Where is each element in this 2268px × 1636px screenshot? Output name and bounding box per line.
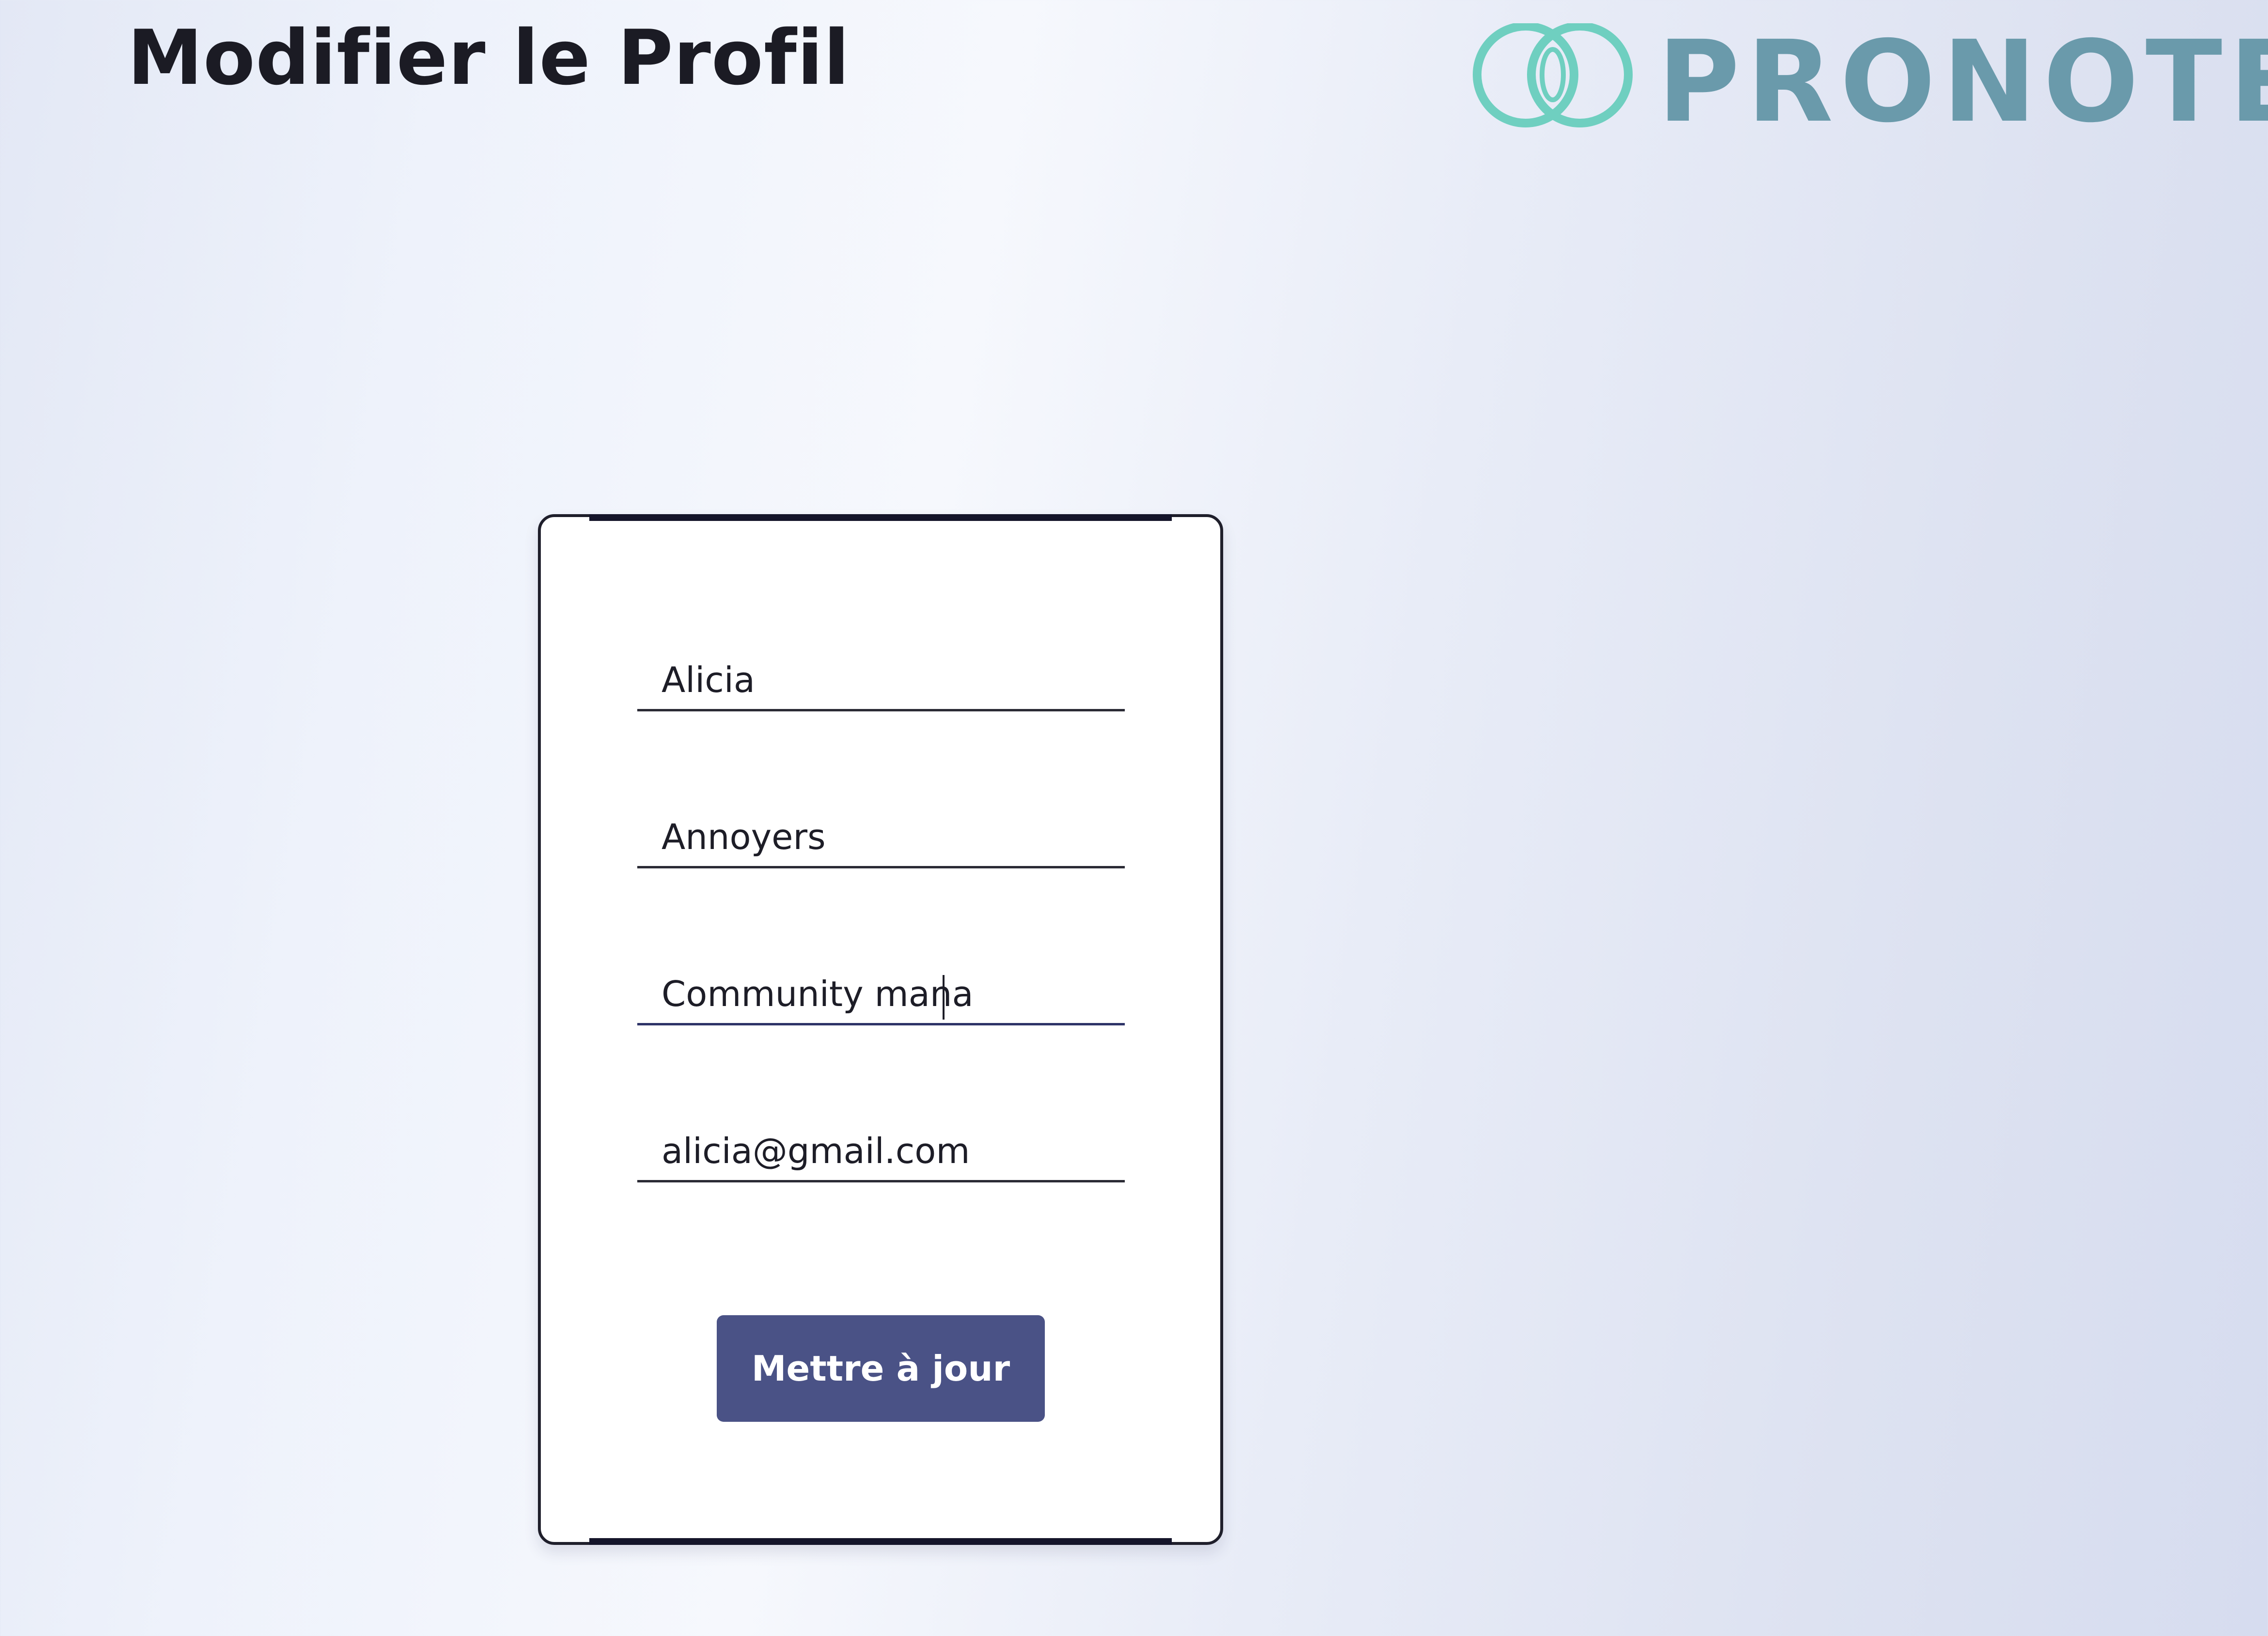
last-name-input[interactable] [662, 810, 1117, 864]
pronote-logo: PRONOTE [1464, 23, 2268, 138]
page-title: Modifier le Profil [127, 14, 850, 102]
job-title-field [637, 967, 1125, 1025]
last-name-field [637, 810, 1125, 868]
email-input[interactable] [662, 1124, 1117, 1178]
job-title-input[interactable] [662, 967, 1117, 1021]
first-name-input[interactable] [662, 653, 1117, 707]
email-field [637, 1124, 1125, 1182]
update-button[interactable]: Mettre à jour [717, 1315, 1045, 1422]
text-cursor [943, 975, 945, 1020]
logo-text: PRONOTE [1657, 16, 2268, 147]
profile-form: Mettre à jour [538, 514, 1223, 1545]
first-name-field [637, 653, 1125, 711]
interlocking-rings-icon [1473, 23, 1633, 127]
